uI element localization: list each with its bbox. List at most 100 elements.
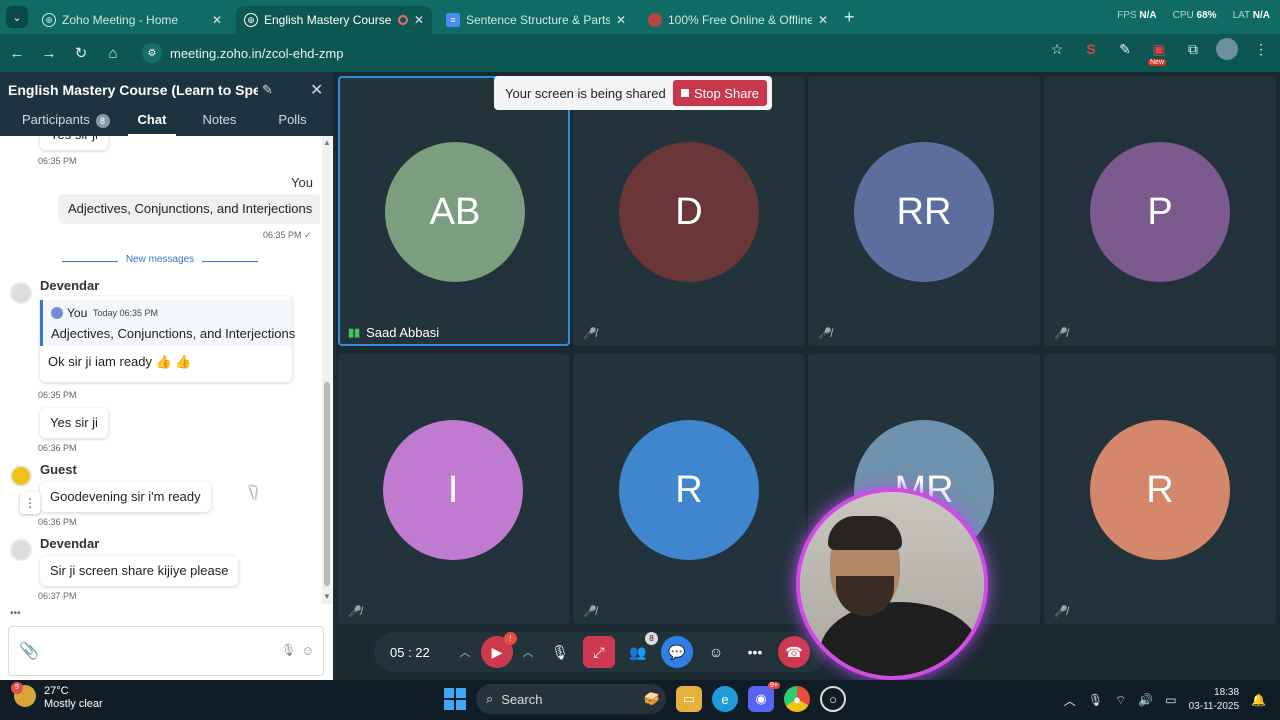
battery-icon[interactable]: ▭ bbox=[1165, 693, 1176, 707]
reactions-button[interactable]: ☺ bbox=[700, 636, 732, 668]
new-messages-divider: New messages bbox=[62, 254, 258, 268]
close-icon[interactable]: ✕ bbox=[616, 13, 626, 27]
mic-muted-icon: 🎤̸ bbox=[583, 606, 597, 618]
extension-s-icon[interactable]: S bbox=[1080, 38, 1102, 60]
tab-chat[interactable]: Chat bbox=[124, 110, 181, 136]
participant-tile[interactable]: D 🎤̸ bbox=[573, 76, 805, 346]
tab-zoho-home[interactable]: ⊕ Zoho Meeting - Home ✕ bbox=[34, 6, 230, 34]
close-icon[interactable]: ✕ bbox=[818, 13, 828, 27]
more-options-button[interactable]: ••• bbox=[739, 636, 771, 668]
obs-icon[interactable]: ○ bbox=[820, 686, 846, 712]
tray-chevron-icon[interactable]: ︿ bbox=[1064, 692, 1076, 709]
message-time: 06:35 PM ✓ bbox=[263, 230, 312, 240]
address-bar[interactable]: ⚙ meeting.zoho.in/zcol-ehd-zmp bbox=[136, 38, 1056, 68]
participant-tile[interactable]: AB ▮▮ Saad Abbasi bbox=[338, 76, 570, 346]
wifi-icon[interactable]: ⌔ bbox=[1115, 693, 1126, 708]
tab-polls[interactable]: Polls bbox=[264, 110, 320, 136]
fps-value: N/A bbox=[1139, 10, 1157, 21]
more-menu-icon[interactable]: ⋮ bbox=[1250, 38, 1272, 60]
scroll-thumb[interactable] bbox=[324, 382, 330, 586]
toolbar-actions: ☆ S ✎ ▣ New ⧉ ⋮ bbox=[1046, 38, 1272, 66]
close-icon[interactable]: ✕ bbox=[212, 13, 222, 27]
tab-participants[interactable]: Participants 8 bbox=[8, 110, 124, 136]
avatar bbox=[10, 539, 32, 561]
url-text[interactable]: meeting.zoho.in/zcol-ehd-zmp bbox=[170, 46, 343, 61]
extension-leaf-icon[interactable]: ✎ bbox=[1114, 38, 1136, 60]
new-tab-button[interactable]: + bbox=[844, 7, 855, 28]
volume-icon[interactable]: 🔊 bbox=[1138, 693, 1153, 707]
home-icon[interactable]: ⌂ bbox=[98, 38, 128, 68]
cpu-label: CPU bbox=[1172, 10, 1194, 21]
chat-composer[interactable]: 📎 🎙 ☺ bbox=[8, 626, 324, 676]
reply-message: You Today 06:35 PM Adjectives, Conjuncti… bbox=[40, 296, 295, 382]
message-time: 06:36 PM bbox=[38, 517, 77, 527]
reply-icon bbox=[51, 307, 63, 319]
profile-avatar[interactable] bbox=[1216, 38, 1238, 60]
scroll-up-icon[interactable]: ▲ bbox=[323, 138, 331, 147]
windows-start-icon[interactable] bbox=[444, 688, 466, 710]
chat-scrollbar[interactable]: ▲ ▼ bbox=[322, 136, 332, 604]
participants-label: Participants bbox=[22, 112, 90, 127]
extensions-puzzle-icon[interactable]: ⧉ bbox=[1182, 38, 1204, 60]
emoji-icon[interactable]: ☺ bbox=[301, 643, 314, 658]
participant-avatar: AB bbox=[385, 142, 525, 282]
bookmark-star-icon[interactable]: ☆ bbox=[1046, 38, 1068, 60]
mic-muted-icon: 🎤̸ bbox=[583, 328, 597, 340]
chrome-icon[interactable]: ● bbox=[784, 686, 810, 712]
file-explorer-icon[interactable]: ▭ bbox=[676, 686, 702, 712]
message-options-icon[interactable]: ⋮ bbox=[20, 492, 40, 514]
site-info-icon[interactable]: ⚙ bbox=[142, 43, 162, 63]
audio-options-chevron-icon[interactable]: ︿ bbox=[519, 636, 537, 668]
weather-widget[interactable]: 9 27°C Mostly clear bbox=[11, 682, 103, 711]
participant-tile[interactable]: I 🎤̸ bbox=[338, 354, 570, 624]
chat-messages[interactable]: Yes sir ji 06:35 PM You Adjectives, Conj… bbox=[0, 136, 320, 616]
taskbar-search[interactable]: ⌕ Search 🥪 bbox=[476, 684, 666, 714]
camera-off-button[interactable]: ▶! bbox=[481, 632, 517, 668]
close-panel-icon[interactable]: ✕ bbox=[310, 80, 323, 100]
weather-text: 27°C Mostly clear bbox=[44, 685, 103, 711]
clock-date: 03-11-2025 bbox=[1188, 701, 1240, 712]
voice-icon[interactable]: 🎙 bbox=[281, 643, 296, 657]
participant-tile[interactable]: R 🎤̸ bbox=[1044, 354, 1276, 624]
extension-new-icon[interactable]: ▣ New bbox=[1148, 38, 1170, 66]
close-icon[interactable]: ✕ bbox=[414, 13, 424, 27]
mic-tray-icon[interactable]: 🎙 bbox=[1088, 693, 1103, 707]
video-options-chevron-icon[interactable]: ︿ bbox=[456, 636, 474, 668]
attach-icon[interactable]: 📎 bbox=[19, 641, 39, 661]
camera-warning-badge: ! bbox=[504, 632, 517, 645]
participant-tile[interactable]: P 🎤̸ bbox=[1044, 76, 1276, 346]
tab-free-courses[interactable]: 100% Free Online & Offline Courses ✕ bbox=[640, 6, 836, 34]
tab-english-mastery[interactable]: ⊕ English Mastery Course (Learn to Speak… bbox=[236, 6, 432, 34]
browser-toolbar: ← → ↻ ⌂ ⚙ meeting.zoho.in/zcol-ehd-zmp ☆… bbox=[0, 34, 1280, 72]
discord-badge: 9+ bbox=[768, 682, 780, 689]
screen: ⌄ ⊕ Zoho Meeting - Home ✕ ⊕ English Mast… bbox=[0, 0, 1280, 720]
discord-icon[interactable]: ◉ 9+ bbox=[748, 682, 780, 712]
participant-tile[interactable]: R 🎤̸ bbox=[573, 354, 805, 624]
cpu-value: 68% bbox=[1196, 10, 1217, 21]
tab-sentence-structure[interactable]: ≡ Sentence Structure & Parts of Speech ✕ bbox=[438, 6, 634, 34]
microphone-button[interactable]: 🎙 bbox=[544, 636, 576, 668]
lat-value: N/A bbox=[1252, 10, 1270, 21]
edge-browser-icon[interactable]: e bbox=[712, 686, 738, 712]
chat-button[interactable]: 💬 bbox=[661, 636, 693, 668]
share-status-text: Your screen is being shared bbox=[505, 85, 666, 101]
participant-tile[interactable]: RR 🎤̸ bbox=[808, 76, 1040, 346]
presenter-hair bbox=[828, 516, 902, 550]
scroll-down-icon[interactable]: ▼ bbox=[323, 592, 331, 601]
system-clock[interactable]: 18:38 03-11-2025 bbox=[1189, 686, 1239, 714]
edit-pencil-icon[interactable]: ✎ bbox=[262, 82, 273, 98]
sender-name: Guest bbox=[40, 462, 77, 477]
participants-button[interactable]: 👥 8 bbox=[622, 632, 658, 668]
stop-screen-share-button[interactable]: ⤢ bbox=[583, 636, 615, 668]
participant-avatar: R bbox=[619, 420, 759, 560]
notifications-icon[interactable]: 🔔 bbox=[1251, 693, 1266, 707]
quoted-sender: You bbox=[67, 306, 88, 320]
forward-icon[interactable]: → bbox=[34, 38, 64, 68]
stop-share-button[interactable]: Stop Share bbox=[672, 80, 767, 106]
reload-icon[interactable]: ↻ bbox=[66, 38, 96, 68]
back-icon[interactable]: ← bbox=[2, 38, 32, 68]
tab-notes[interactable]: Notes bbox=[188, 110, 250, 136]
self-camera-preview[interactable] bbox=[796, 488, 988, 680]
tab-search-menu[interactable]: ⌄ bbox=[6, 6, 28, 28]
quoted-message[interactable]: You Today 06:35 PM Adjectives, Conjuncti… bbox=[40, 300, 295, 346]
